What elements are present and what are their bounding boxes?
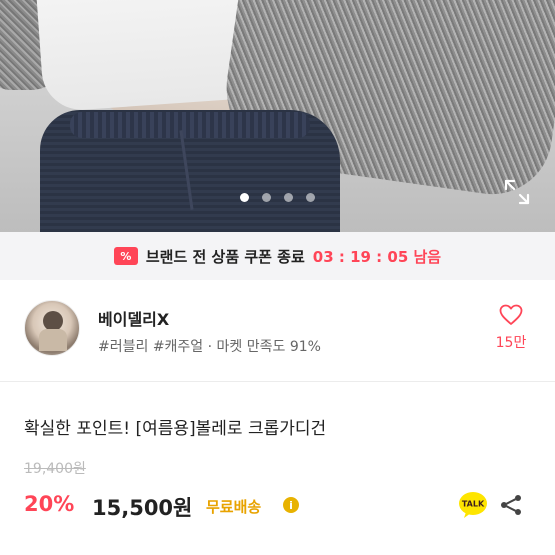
- like-count: 15만: [495, 335, 527, 351]
- coupon-icon: %: [113, 247, 138, 265]
- avatar-figure-head: [43, 311, 63, 331]
- coupon-text: 브랜드 전 상품 쿠폰 종료: [145, 247, 305, 266]
- carousel-dot[interactable]: [284, 193, 293, 202]
- section-divider: [0, 381, 555, 382]
- share-icon[interactable]: [499, 493, 523, 517]
- carousel-indicator: [0, 193, 555, 202]
- discount-rate: 20%: [24, 492, 75, 516]
- free-shipping-label: 무료배송: [206, 498, 262, 516]
- kakao-talk-button[interactable]: TALK: [458, 491, 488, 519]
- seller-avatar[interactable]: [24, 300, 80, 356]
- sale-price: 15,500원: [92, 496, 193, 520]
- coupon-banner[interactable]: % 브랜드 전 상품 쿠폰 종료 03 : 19 : 05 남음: [0, 232, 555, 280]
- seller-name[interactable]: 베이델리X: [98, 306, 169, 330]
- product-title: 확실한 포인트! [여름용]볼레로 크롭가디건: [24, 419, 327, 439]
- seller-section[interactable]: 베이델리X #러블리 #캐주얼 · 마켓 만족도 91% 15만: [0, 280, 555, 378]
- seller-meta: #러블리 #캐주얼 · 마켓 만족도 91%: [98, 339, 321, 355]
- heart-icon: [499, 304, 523, 325]
- carousel-dot[interactable]: [306, 193, 315, 202]
- avatar-figure-body: [39, 329, 67, 351]
- coupon-timer: 03 : 19 : 05 남음: [312, 247, 442, 266]
- carousel-dot[interactable]: [262, 193, 271, 202]
- carousel-dot[interactable]: [240, 193, 249, 202]
- product-image[interactable]: [0, 0, 555, 232]
- expand-icon[interactable]: [503, 178, 531, 206]
- like-button[interactable]: 15만: [491, 304, 531, 352]
- info-icon[interactable]: i: [283, 497, 299, 513]
- original-price: 19,400원: [24, 461, 86, 477]
- talk-label: TALK: [462, 500, 485, 509]
- pants-waistband: [70, 112, 310, 138]
